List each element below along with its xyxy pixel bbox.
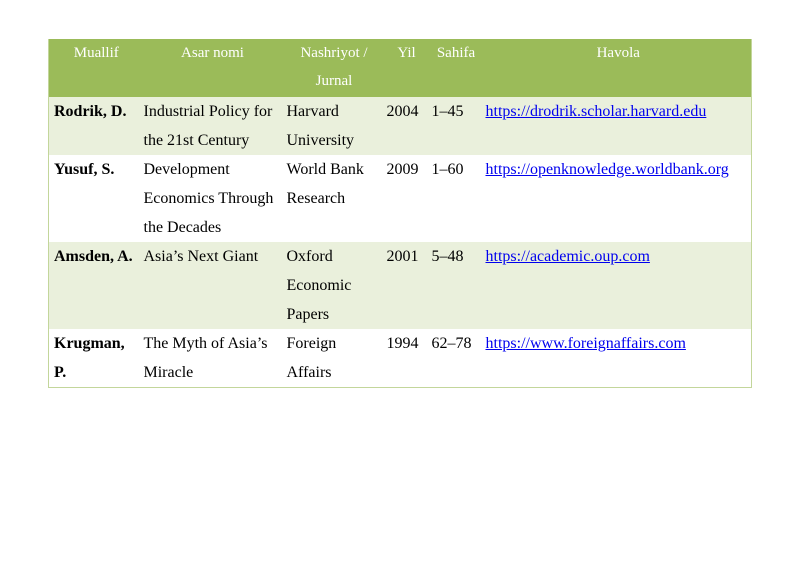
source-link[interactable]: https://drodrik.scholar.harvard.edu (486, 103, 707, 120)
header-year: Yil (397, 45, 416, 61)
cell-pages: 1–60 (431, 161, 464, 178)
cell-year: 1994 (381, 329, 427, 388)
cell-publisher: Oxford Economic Papers (286, 248, 352, 323)
cell-pages: 1–45 (431, 103, 464, 120)
header-author: Muallif (73, 45, 119, 61)
cell-title: Development Economics Through the Decade… (143, 161, 274, 236)
table-row: Krugman, P. The Myth of Asia’s Miracle F… (48, 329, 752, 388)
source-link[interactable]: https://www.foreignaffairs.com (486, 335, 686, 352)
cell-publisher: World Bank Research (286, 161, 364, 207)
source-link[interactable]: https://academic.oup.com (486, 248, 650, 265)
cell-publisher: Foreign Affairs (281, 329, 382, 388)
cell-link: https://www.foreignaffairs.com (480, 329, 752, 388)
cell-publisher: Harvard University (286, 103, 355, 149)
cell-pages: 5–48 (431, 248, 464, 265)
reference-table: Muallif Asar nomi Nashriyot / Jurnal Yil… (48, 39, 752, 388)
cell-year: 2009 (386, 161, 419, 178)
cell-link: https://academic.oup.com (481, 242, 752, 329)
cell-year: 2001 (386, 248, 419, 265)
header-pages: Sahifa (436, 45, 476, 61)
header-publisher: Nashriyot / Jurnal (300, 45, 368, 89)
cell-title: The Myth of Asia’s Miracle (138, 329, 282, 388)
cell-year: 2004 (386, 103, 419, 120)
cell-title: Industrial Policy for the 21st Century (143, 103, 273, 149)
table-row: Yusuf, S. Development Economics Through … (48, 155, 752, 242)
table-row: Amsden, A. Asia’s Next Giant Oxford Econ… (48, 242, 752, 329)
cell-author: Yusuf, S. (54, 161, 115, 178)
header-link: Havola (596, 45, 640, 61)
cell-author: Krugman, P. (48, 329, 139, 388)
source-link[interactable]: https://openknowledge.worldbank.org (486, 161, 729, 178)
cell-link: https://openknowledge.worldbank.org (481, 155, 752, 242)
table-row: Rodrik, D. Industrial Policy for the 21s… (48, 97, 752, 155)
table-header-row: Muallif Asar nomi Nashriyot / Jurnal Yil… (48, 39, 752, 97)
header-title: Asar nomi (181, 45, 244, 61)
cell-author: Amsden, A. (54, 248, 133, 265)
cell-title: Asia’s Next Giant (143, 248, 259, 265)
cell-link: https://drodrik.scholar.harvard.edu (481, 97, 752, 155)
cell-pages: 62–78 (426, 329, 481, 388)
cell-author: Rodrik, D. (54, 103, 127, 120)
